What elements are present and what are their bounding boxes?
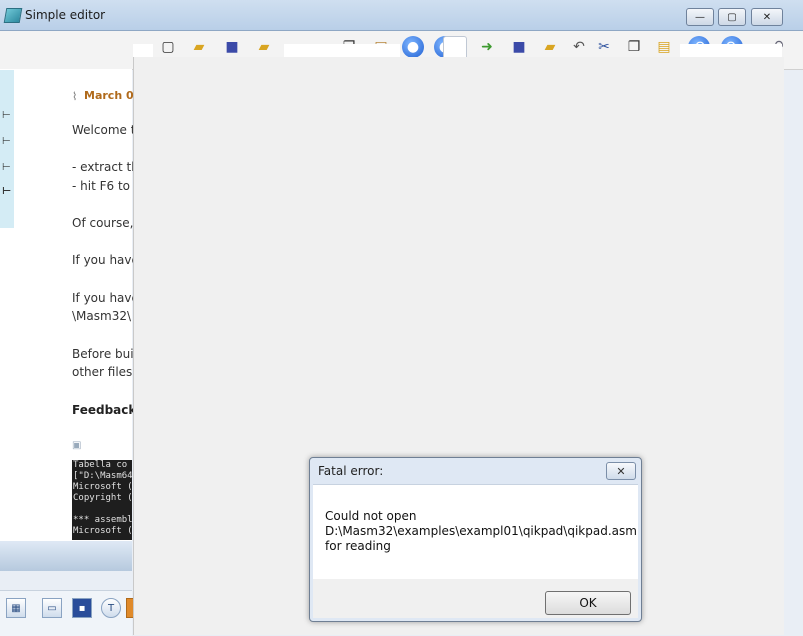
window-titlebar: Simple editor — ▢ ✕ [0, 0, 803, 31]
dialog-close-button[interactable]: ✕ [606, 462, 636, 480]
window-title: Simple editor [25, 8, 106, 22]
blue-circle-icon[interactable]: ● [402, 36, 424, 58]
sidebar-marker-icon: ⊢ [2, 136, 11, 147]
left-sidebar-strip: ⊢ ⊢ ⊢ ⊢ [0, 70, 14, 228]
error-message-line: for reading [325, 539, 391, 553]
open-folder-icon[interactable]: ▰ [253, 36, 275, 58]
paperclip-icon: ⌇ [72, 90, 78, 103]
close-window-button[interactable]: ✕ [751, 8, 783, 26]
status-strip [0, 541, 132, 571]
image-icon: ▣ [72, 440, 82, 451]
error-message: Could not open D:\Masm32\examples\exampl… [325, 509, 637, 554]
dialog-title: Fatal error: [318, 464, 384, 478]
overlay-gap [284, 44, 400, 57]
console-line: Tabella co [73, 460, 128, 470]
console-line: *** assembl [73, 515, 132, 525]
console-line: Microsoft ( [73, 526, 132, 536]
post-line: Welcome t [72, 123, 136, 137]
undo-icon[interactable]: ↶ [568, 36, 590, 58]
cut-icon[interactable]: ✂ [593, 36, 615, 58]
console-app-icon[interactable]: ▪ [72, 598, 92, 618]
window-icon[interactable]: ▭ [42, 598, 62, 618]
copy-icon[interactable]: ❐ [623, 36, 645, 58]
post-line: - extract th [72, 160, 139, 174]
sidebar-marker-icon: ⊢ [2, 162, 11, 173]
sidebar-marker-icon: ⊢ [2, 186, 12, 197]
sidebar-marker-icon: ⊢ [2, 110, 11, 121]
save-icon[interactable]: ■ [221, 36, 243, 58]
post-line: If you have [72, 291, 139, 305]
editor-app-icon [3, 8, 23, 23]
save-icon[interactable]: ■ [508, 36, 530, 58]
overlay-gap [133, 44, 153, 57]
fatal-error-dialog: Fatal error: ✕ Could not open D:\Masm32\… [309, 457, 642, 622]
maximize-button[interactable]: ▢ [718, 8, 746, 26]
new-file-icon[interactable]: ▢ [157, 36, 179, 58]
console-line: Copyright ( [73, 493, 132, 503]
post-line: other files [72, 365, 133, 379]
console-line: ["D:\Masm64 [73, 471, 132, 481]
overlay-gap [680, 44, 782, 57]
post-line: Of course, [72, 216, 134, 230]
clipboard-icon[interactable]: ▤ [653, 36, 675, 58]
minimize-button[interactable]: — [686, 8, 714, 26]
post-line: If you have [72, 253, 139, 267]
dialog-body: Could not open D:\Masm32\examples\exampl… [313, 484, 638, 580]
post-line: Before bui [72, 347, 134, 361]
open-folder-icon[interactable]: ▰ [188, 36, 210, 58]
ok-button[interactable]: OK [545, 591, 631, 615]
post-line: \Masm32\ [72, 309, 132, 323]
post-line: - hit F6 to [72, 179, 131, 193]
package-icon[interactable]: ▦ [6, 598, 26, 618]
error-message-line: Could not open [325, 509, 417, 523]
console-line: Microsoft ( [73, 482, 132, 492]
t-app-icon[interactable]: T [101, 598, 121, 618]
error-message-line: D:\Masm32\examples\exampl01\qikpad\qikpa… [325, 524, 637, 538]
open-arrow-icon[interactable]: ➜ [476, 36, 498, 58]
console-output: Tabella co ["D:\Masm64 Microsoft ( Copyr… [72, 460, 132, 540]
feedback-heading: Feedback [72, 403, 137, 417]
open-folder-icon[interactable]: ▰ [539, 36, 561, 58]
